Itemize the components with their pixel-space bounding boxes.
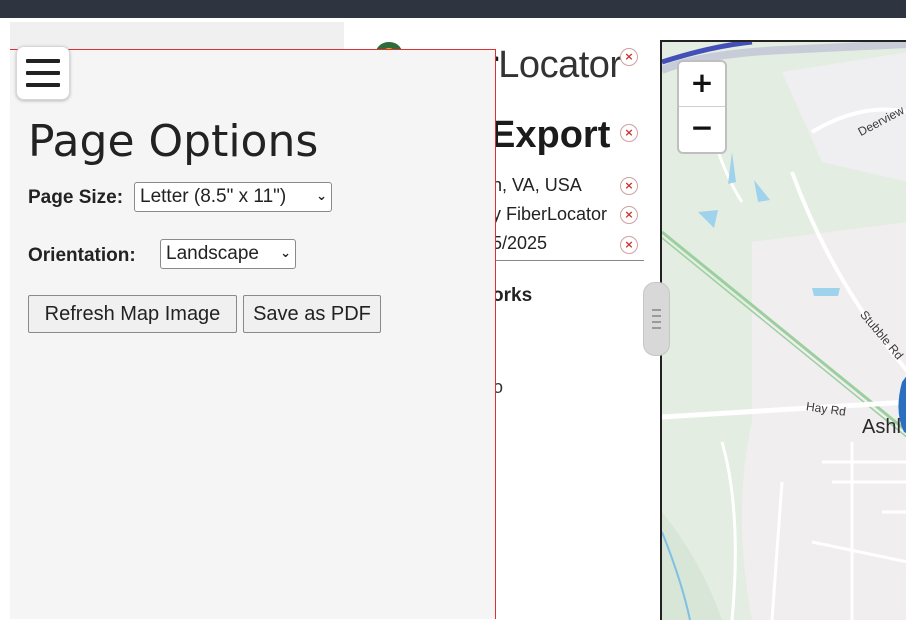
grip-line [652,327,661,329]
menu-line [26,59,60,63]
remove-author-close-icon[interactable]: × [620,206,638,224]
page-size-select[interactable]: Letter (8.5" x 11") ⌄ [134,182,332,212]
orientation-select[interactable]: Landscape ⌄ [160,239,296,269]
refresh-map-image-button[interactable]: Refresh Map Image [28,295,237,333]
grip-line [652,321,661,323]
page-options-title: Page Options [28,116,319,167]
resize-handle[interactable] [643,282,670,356]
zoom-out-button[interactable]: − [679,107,725,151]
remove-location-close-icon[interactable]: × [620,177,638,195]
hamburger-menu-icon[interactable] [16,46,70,100]
grip-line [652,309,661,311]
map-label-ashland: Ashl [862,416,901,438]
logo-text-light: Locator [498,44,622,86]
save-as-pdf-button[interactable]: Save as PDF [243,295,381,333]
remove-title-close-icon[interactable]: × [620,124,638,142]
meta-author: y FiberLocator [492,204,608,224]
export-title: Export [490,114,611,156]
grip-line [652,315,661,317]
page-size-label: Page Size: [28,187,124,208]
remove-logo-close-icon[interactable]: × [620,48,638,66]
remove-date-close-icon[interactable]: × [620,236,638,254]
page-size-value: Letter (8.5" x 11") [140,186,287,207]
map-zoom-control: + − [677,60,727,154]
chevron-down-icon: ⌄ [280,246,291,261]
menu-line [26,83,60,87]
orientation-value: Landscape [166,243,259,264]
orientation-label: Orientation: [28,245,136,266]
zoom-in-button[interactable]: + [679,62,725,106]
meta-divider [492,260,644,261]
top-bar [0,0,906,18]
chevron-down-icon: ⌄ [316,189,327,204]
networks-heading: orks [492,285,533,306]
menu-line [26,71,60,75]
logo-text: rLocator [484,44,622,87]
meta-location: n, VA, USA [492,175,582,195]
meta-date: 5/2025 [492,233,548,253]
